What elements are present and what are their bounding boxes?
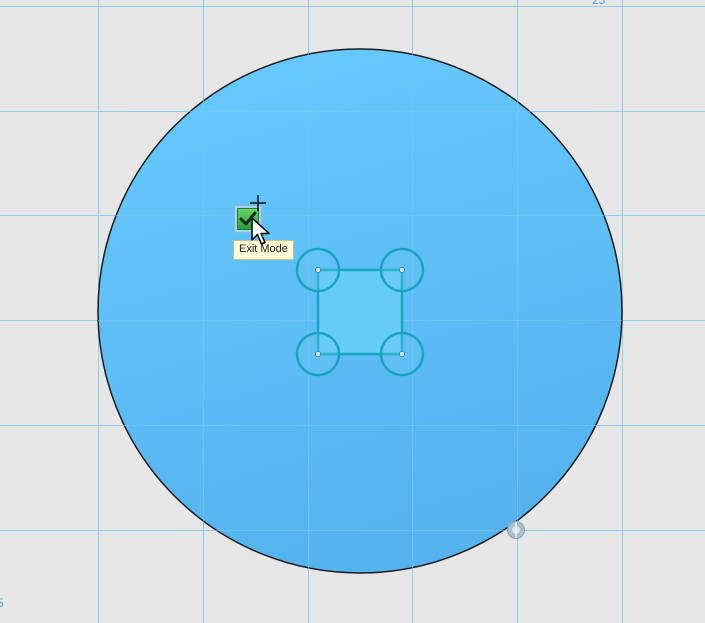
grid-coordinate-label: 5 xyxy=(0,596,4,610)
corner-point xyxy=(315,351,321,357)
corner-point xyxy=(399,267,405,273)
exit-mode-button[interactable] xyxy=(234,205,262,233)
scene-drawing xyxy=(0,0,705,623)
pivot-handle-icon[interactable] xyxy=(506,520,526,540)
exit-mode-tooltip: Exit Mode xyxy=(233,240,294,260)
corner-point xyxy=(399,351,405,357)
sketch-viewport[interactable]: 25 5 Exit Mode xyxy=(0,0,705,623)
check-icon xyxy=(237,208,259,230)
corner-point xyxy=(315,267,321,273)
grid-coordinate-label: 25 xyxy=(592,0,606,7)
